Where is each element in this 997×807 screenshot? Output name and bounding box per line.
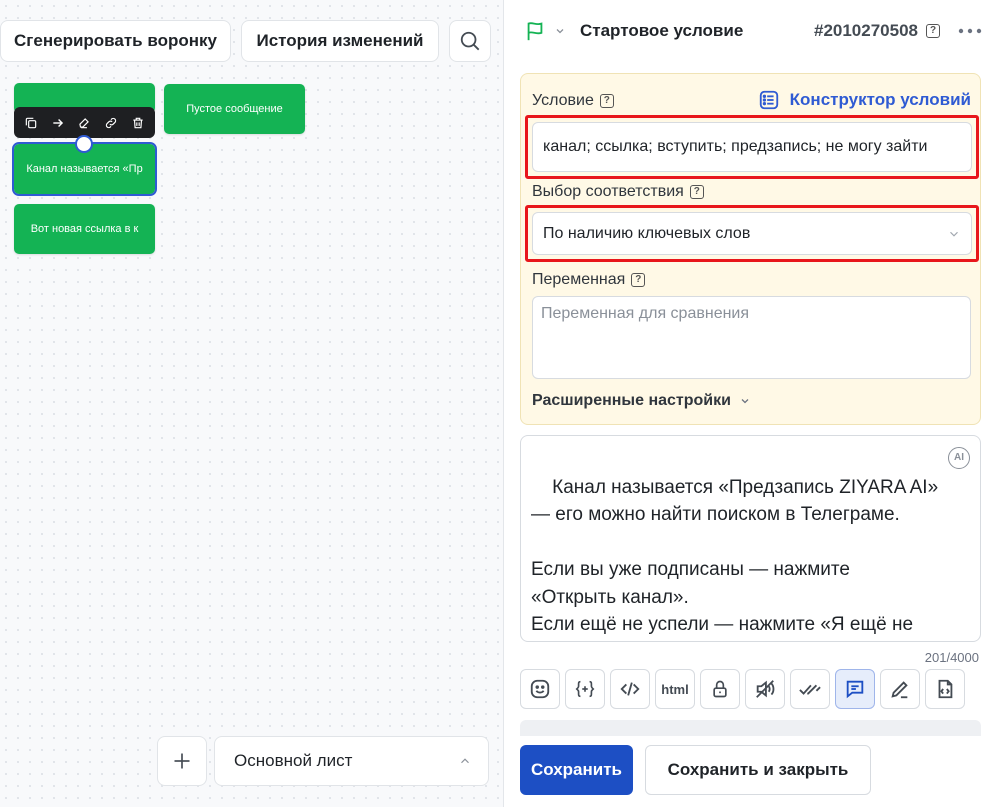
chevron-up-icon (461, 758, 469, 764)
code-button[interactable] (610, 669, 650, 709)
emoji-button[interactable] (520, 669, 560, 709)
match-highlight: По наличию ключевых слов (525, 205, 979, 262)
eraser-icon[interactable] (72, 111, 96, 135)
more-icon[interactable] (958, 27, 982, 35)
funnel-node-empty-message[interactable]: Пустое сообщение (164, 84, 305, 134)
plus-icon (174, 753, 190, 769)
node-connector-handle[interactable] (75, 135, 93, 153)
save-and-close-button[interactable]: Сохранить и закрыть (645, 745, 871, 795)
condition-constructor-link[interactable]: Конструктор условий (758, 89, 971, 111)
lock-icon (713, 680, 727, 698)
node-toolbar (14, 107, 155, 138)
match-label: Выбор соответствия (532, 183, 684, 200)
read-receipt-button[interactable] (790, 669, 830, 709)
sheet-label: Основной лист (234, 751, 353, 770)
code-file-button[interactable] (925, 669, 965, 709)
comment-button[interactable] (835, 669, 875, 709)
chevron-down-icon (741, 399, 749, 404)
help-icon[interactable]: ? (689, 185, 704, 199)
panel-footer: Сохранить Сохранить и закрыть (504, 736, 997, 807)
chevron-down-icon[interactable] (554, 25, 566, 37)
save-button[interactable]: Сохранить (520, 745, 633, 795)
save-close-label: Сохранить и закрыть (667, 760, 849, 779)
variable-label: Переменная (532, 271, 626, 288)
lock-button[interactable] (700, 669, 740, 709)
code-icon (620, 682, 640, 696)
condition-section: Условие ? Конструктор условий канал; ссы… (520, 73, 981, 425)
generate-funnel-label: Сгенерировать воронку (14, 31, 217, 50)
copy-icon[interactable] (19, 111, 43, 135)
variable-insert-button[interactable] (565, 669, 605, 709)
advanced-settings-label: Расширенные настройки (532, 392, 731, 409)
message-text-input[interactable]: Канал называется «Предзапись ZIYARA AI» … (520, 435, 981, 642)
help-icon[interactable]: ? (926, 24, 940, 38)
search-button[interactable] (449, 20, 491, 62)
node-label: Вот новая ссылка в к (30, 223, 139, 235)
variable-label-row: Переменная ? (532, 271, 646, 289)
smile-icon (530, 679, 550, 699)
condition-label: Условие (532, 92, 594, 109)
add-sheet-button[interactable] (157, 736, 207, 786)
edit-button[interactable] (880, 669, 920, 709)
mute-icon (756, 680, 775, 698)
pencil-icon (891, 681, 908, 699)
help-icon[interactable]: ? (599, 94, 614, 108)
funnel-node-new-link[interactable]: Вот новая ссылка в к (14, 204, 155, 254)
flag-icon[interactable] (524, 20, 546, 42)
match-label-row: Выбор соответствия ? (532, 183, 704, 201)
braces-plus-icon (575, 680, 595, 698)
constructor-label: Конструктор условий (789, 90, 971, 109)
message-tools: html (520, 669, 965, 709)
search-icon (460, 31, 480, 51)
trash-icon[interactable] (126, 111, 150, 135)
funnel-canvas[interactable]: Сгенерировать воронку История изменений … (0, 0, 503, 807)
double-check-icon (799, 684, 821, 695)
condition-input[interactable]: канал; ссылка; вступить; предзапись; не … (532, 122, 972, 172)
comment-icon (846, 680, 864, 699)
html-button[interactable]: html (655, 669, 695, 709)
panel-title: Стартовое условие (580, 21, 744, 40)
help-icon[interactable]: ? (631, 273, 646, 287)
history-label: История изменений (256, 31, 424, 50)
settings-panel: Стартовое условие #2010270508 ? Условие … (503, 0, 997, 807)
node-id: #2010270508 (813, 21, 918, 40)
condition-label-row: Условие ? (532, 92, 614, 110)
list-icon (759, 90, 778, 110)
match-selected-value: По наличию ключевых слов (543, 224, 751, 242)
arrow-right-icon[interactable] (46, 111, 70, 135)
node-label: Канал называется «Пр (26, 163, 143, 175)
char-counter: 201/4000 (924, 650, 979, 665)
file-code-icon (938, 679, 953, 699)
panel-header: Стартовое условие #2010270508 ? (504, 0, 997, 62)
message-text: Канал называется «Предзапись ZIYARA AI» … (531, 476, 939, 636)
condition-highlight: канал; ссылка; вступить; предзапись; не … (525, 115, 979, 179)
html-label: html (661, 681, 689, 697)
mute-button[interactable] (745, 669, 785, 709)
generate-funnel-button[interactable]: Сгенерировать воронку (0, 20, 231, 62)
sheet-select[interactable]: Основной лист (214, 736, 489, 786)
variable-input[interactable]: Переменная для сравнения (532, 296, 971, 379)
ai-icon[interactable]: AI (948, 447, 970, 469)
link-icon[interactable] (99, 111, 123, 135)
collapsed-section (520, 720, 981, 736)
match-select[interactable]: По наличию ключевых слов (532, 212, 972, 255)
advanced-settings-toggle[interactable]: Расширенные настройки (532, 392, 751, 410)
save-label: Сохранить (530, 760, 623, 779)
chevron-down-icon (950, 231, 958, 237)
history-button[interactable]: История изменений (241, 20, 439, 62)
node-label: Пустое сообщение (186, 103, 283, 115)
